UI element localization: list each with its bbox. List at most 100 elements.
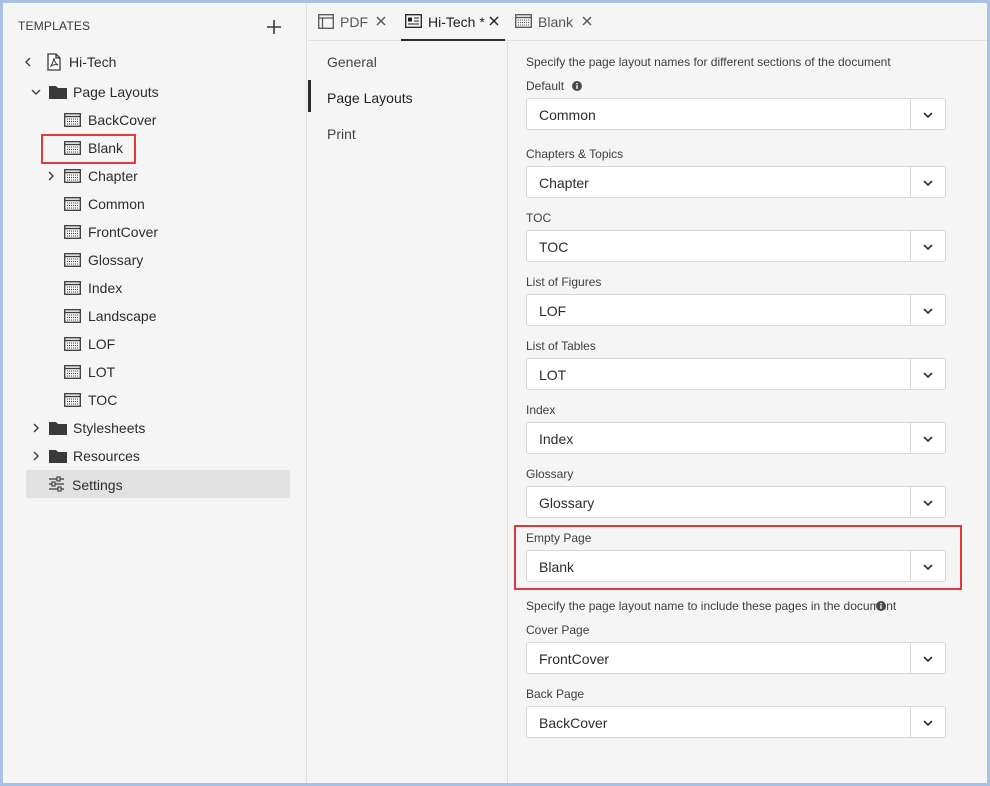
- layout-item-lot[interactable]: LOT: [43, 360, 243, 384]
- close-icon[interactable]: [489, 16, 499, 26]
- field-label-cover-page: Cover Page: [526, 623, 590, 637]
- chevron-left-icon[interactable]: [22, 56, 34, 68]
- select-divider: [910, 99, 911, 129]
- lof-layout-select[interactable]: LOF: [526, 294, 946, 326]
- back-page-layout-select[interactable]: BackCover: [526, 706, 946, 738]
- nav-page-layouts[interactable]: Page Layouts: [327, 89, 413, 107]
- page-layout-icon: [64, 113, 81, 127]
- select-divider: [910, 551, 911, 581]
- field-label-glossary: Glossary: [526, 467, 574, 481]
- layout-item-label: Common: [88, 196, 145, 212]
- chevron-right-icon[interactable]: [30, 422, 42, 434]
- sliders-icon: [49, 476, 64, 492]
- tree-folder-page-layouts[interactable]: Page Layouts: [28, 80, 278, 104]
- add-template-button[interactable]: [262, 15, 286, 39]
- tree-folder-resources[interactable]: Resources: [28, 444, 278, 468]
- tab-label: Blank: [538, 14, 574, 30]
- tab-label: PDF: [340, 14, 368, 30]
- chevron-right-icon[interactable]: [30, 450, 42, 462]
- layout-item-label: TOC: [88, 392, 118, 408]
- tab-blank[interactable]: Blank: [511, 3, 601, 41]
- page-layout-icon: [515, 14, 532, 28]
- page-layout-icon: [64, 309, 81, 323]
- layout-item-landscape[interactable]: Landscape: [43, 304, 243, 328]
- page-layout-icon: [64, 169, 81, 183]
- chevron-down-icon[interactable]: [922, 305, 934, 317]
- tree-item-label: Hi-Tech: [69, 54, 117, 70]
- field-label-back-page: Back Page: [526, 687, 585, 701]
- chapters-layout-select[interactable]: Chapter: [526, 166, 946, 198]
- chevron-down-icon[interactable]: [922, 177, 934, 189]
- select-value: BackCover: [539, 715, 608, 731]
- info-icon[interactable]: [876, 601, 886, 611]
- chevron-down-icon[interactable]: [922, 653, 934, 665]
- select-value: LOF: [539, 303, 567, 319]
- plus-icon: [267, 20, 281, 34]
- page-layout-icon: [64, 225, 81, 239]
- select-value: Common: [539, 107, 596, 123]
- select-divider: [910, 295, 911, 325]
- folder-icon: [49, 422, 67, 435]
- tree-item-label: Resources: [73, 448, 140, 464]
- chevron-down-icon[interactable]: [922, 433, 934, 445]
- layout-item-index[interactable]: Index: [43, 276, 243, 300]
- tree-item-label: Page Layouts: [73, 84, 159, 100]
- active-tab-indicator: [401, 39, 505, 41]
- close-icon[interactable]: [582, 16, 592, 26]
- layout-item-label: Glossary: [88, 252, 144, 268]
- close-icon[interactable]: [376, 16, 386, 26]
- templates-header: TEMPLATES: [18, 19, 91, 33]
- info-icon[interactable]: [572, 81, 582, 91]
- index-layout-select[interactable]: Index: [526, 422, 946, 454]
- tree-folder-stylesheets[interactable]: Stylesheets: [28, 416, 278, 440]
- section-description-2: Specify the page layout name to include …: [526, 599, 897, 613]
- layout-item-chapter[interactable]: Chapter: [43, 164, 243, 188]
- chevron-down-icon[interactable]: [922, 241, 934, 253]
- empty-page-layout-select[interactable]: Blank: [526, 550, 946, 582]
- active-nav-indicator: [308, 80, 311, 112]
- layout-item-label: BackCover: [88, 112, 157, 128]
- chevron-down-icon[interactable]: [922, 717, 934, 729]
- layout-item-frontcover[interactable]: FrontCover: [43, 220, 243, 244]
- cover-page-layout-select[interactable]: FrontCover: [526, 642, 946, 674]
- tree-item-hi-tech[interactable]: Hi-Tech: [20, 50, 280, 74]
- page-layout-icon: [64, 253, 81, 267]
- field-label-empty-page: Empty Page: [526, 531, 592, 545]
- chevron-down-icon[interactable]: [922, 369, 934, 381]
- page-layout-icon: [64, 281, 81, 295]
- layout-item-glossary[interactable]: Glossary: [43, 248, 243, 272]
- select-value: Glossary: [539, 495, 595, 511]
- select-value: Chapter: [539, 175, 589, 191]
- pdf-file-icon: [47, 53, 61, 71]
- layout-item-common[interactable]: Common: [43, 192, 243, 216]
- glossary-layout-select[interactable]: Glossary: [526, 486, 946, 518]
- chevron-right-icon[interactable]: [45, 170, 57, 182]
- chevron-down-icon[interactable]: [922, 109, 934, 121]
- field-label-lot: List of Tables: [526, 339, 596, 353]
- nav-general[interactable]: General: [327, 53, 377, 71]
- tree-item-settings[interactable]: Settings: [26, 470, 290, 498]
- layout-item-toc[interactable]: TOC: [43, 388, 243, 412]
- field-label-default: Default: [526, 79, 565, 93]
- select-divider: [910, 167, 911, 197]
- toc-layout-select[interactable]: TOC: [526, 230, 946, 262]
- nav-print[interactable]: Print: [327, 125, 356, 143]
- lot-layout-select[interactable]: LOT: [526, 358, 946, 390]
- tab-pdf[interactable]: PDF: [308, 3, 396, 41]
- page-layout-icon: [64, 197, 81, 211]
- chevron-down-icon[interactable]: [30, 86, 42, 98]
- chevron-down-icon[interactable]: [922, 561, 934, 573]
- templates-panel: TEMPLATES Hi-Tech Page Layouts BackCover: [3, 3, 307, 783]
- select-value: TOC: [539, 239, 569, 255]
- default-layout-select[interactable]: Common: [526, 98, 946, 130]
- folder-icon: [49, 450, 67, 463]
- layout-item-backcover[interactable]: BackCover: [43, 108, 243, 132]
- chevron-down-icon[interactable]: [922, 497, 934, 509]
- tab-hi-tech[interactable]: Hi-Tech *: [401, 3, 505, 41]
- tree-item-label: Settings: [72, 477, 123, 493]
- editor-tab-bar: PDF Hi-Tech * Blank: [308, 3, 987, 41]
- layout-item-label: Chapter: [88, 168, 138, 184]
- settings-nav: General Page Layouts Print: [308, 42, 508, 783]
- layout-item-label: Landscape: [88, 308, 157, 324]
- layout-item-lof[interactable]: LOF: [43, 332, 243, 356]
